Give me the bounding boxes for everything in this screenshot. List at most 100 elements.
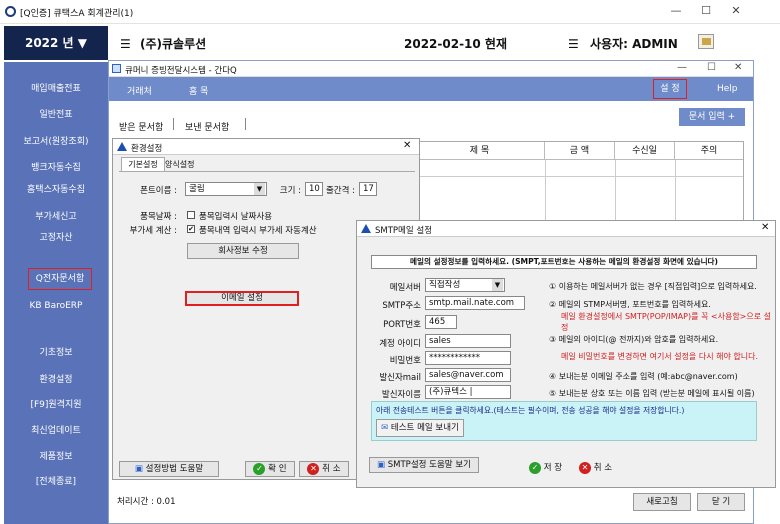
sidebar-item-bank-collect[interactable]: 뱅크자동수집 bbox=[4, 160, 108, 173]
settings-dialog-titlebar: 환경설정 ✕ bbox=[113, 139, 419, 155]
spacing-input[interactable]: 17 bbox=[359, 182, 377, 196]
check-icon: ✓ bbox=[529, 461, 541, 474]
password-note: 메일 비밀번호를 변경하면 여기서 설정을 다시 해야 합니다. bbox=[561, 352, 758, 361]
mail-server-value: 직접작성 bbox=[429, 280, 461, 290]
tab-line bbox=[119, 171, 415, 172]
sidebar-item-vat-report[interactable]: 부가세신고 bbox=[4, 209, 108, 222]
smtp-close-button[interactable]: ✕ bbox=[761, 222, 769, 233]
smtp-address-note: ② 메일의 STMP서버명, 포트번호를 입력하세요. bbox=[549, 300, 711, 309]
doc-system-titlebar: 큐머니 증빙전달시스템 - 간다Q — ☐ ✕ bbox=[109, 61, 753, 77]
doc-system-menu: 거래처 홈 목 설 정 Help bbox=[109, 77, 753, 101]
menu-partners[interactable]: 거래처 bbox=[127, 84, 152, 97]
account-id-note: ③ 메일의 아이디(@ 전까지)와 암호를 입력하세요. bbox=[549, 335, 719, 344]
sidebar-item-sales-purchase[interactable]: 매입매출전표 bbox=[4, 81, 108, 94]
list-icon: ☰ bbox=[120, 37, 131, 51]
child-minimize-button[interactable]: — bbox=[677, 62, 687, 73]
sidebar-item-settings[interactable]: 환경설정 bbox=[4, 372, 108, 385]
profile-icon[interactable] bbox=[698, 34, 714, 49]
spacing-label: 줄간격 : bbox=[325, 186, 355, 196]
port-input[interactable]: 465 bbox=[425, 315, 457, 329]
mail-server-select[interactable]: 직접작성 ▼ bbox=[425, 278, 505, 292]
child-close-button[interactable]: ✕ bbox=[734, 62, 742, 73]
grid-line bbox=[415, 176, 743, 177]
triangle-icon bbox=[117, 142, 127, 151]
vat-checkbox[interactable]: ✔ bbox=[187, 225, 195, 233]
menu-settings[interactable]: 설 정 bbox=[653, 79, 687, 99]
window-icon bbox=[112, 64, 121, 73]
font-select[interactable]: 굴림 ▼ bbox=[185, 182, 267, 196]
doc-system-title: 큐머니 증빙전달시스템 - 간다Q bbox=[125, 66, 237, 76]
settings-cancel-label: 취 소 bbox=[322, 464, 341, 474]
cancel-x-icon: ✕ bbox=[307, 462, 320, 475]
year-selector[interactable]: 2022 년 ▼ bbox=[4, 26, 108, 60]
email-settings-button[interactable]: 이메일 설정 bbox=[185, 291, 299, 306]
smtp-cancel-button[interactable]: ✕ 취 소 bbox=[579, 461, 612, 474]
sidebar-item-hometax-collect[interactable]: 홈택스자동수집 bbox=[4, 182, 108, 195]
smtp-dialog: SMTP메일 설정 ✕ 메일의 설정정보를 입력하세요. (SMPT,포트번호는… bbox=[356, 220, 776, 488]
send-test-mail-button[interactable]: ✉ 테스트 메일 보내기 bbox=[376, 419, 464, 437]
maximize-button[interactable]: ☐ bbox=[698, 4, 714, 18]
doc-input-button[interactable]: 문서 입력 + bbox=[679, 108, 745, 126]
settings-ok-button[interactable]: ✓ 확 인 bbox=[245, 461, 295, 477]
settings-cancel-button[interactable]: ✕ 취 소 bbox=[299, 461, 349, 477]
child-maximize-button[interactable]: ☐ bbox=[707, 62, 716, 73]
sidebar-item-update[interactable]: 최신업데이트 bbox=[4, 423, 108, 436]
password-label: 비밀번호 bbox=[389, 356, 421, 366]
smtp-address-input[interactable]: smtp.mail.nate.com bbox=[425, 296, 525, 310]
sidebar-item-basic-info[interactable]: 기초정보 bbox=[4, 345, 108, 358]
account-id-input[interactable]: sales bbox=[425, 334, 511, 348]
menu-items[interactable]: 홈 목 bbox=[189, 84, 208, 97]
font-label: 폰트이름 : bbox=[140, 186, 177, 196]
tab-divider bbox=[245, 118, 246, 130]
smtp-save-button[interactable]: ✓ 저 장 bbox=[529, 461, 562, 474]
test-panel: 아래 전송테스트 버튼을 클릭하세요.(테스트는 필수이며, 전송 성공을 해야… bbox=[371, 401, 757, 441]
smtp-save-label: 저 장 bbox=[543, 463, 563, 473]
size-input[interactable]: 10 bbox=[305, 182, 323, 196]
send-test-mail-label: 테스트 메일 보내기 bbox=[390, 423, 459, 433]
sidebar-item-exit-all[interactable]: [전체종료] bbox=[4, 474, 108, 487]
sidebar: 매입매출전표 일반전표 보고서(원장조회) 뱅크자동수집 홈택스자동수집 부가세… bbox=[4, 62, 108, 524]
close-button[interactable]: ✕ bbox=[728, 4, 744, 18]
sidebar-item-q-documents[interactable]: Q전자문서함 bbox=[28, 268, 92, 290]
sidebar-item-product-info[interactable]: 제품정보 bbox=[4, 449, 108, 462]
column-header-received[interactable]: 수신일 bbox=[615, 142, 675, 160]
window-title: [Q인증] 큐택스A 회계관리(1) bbox=[20, 9, 134, 19]
monitor-icon: ▣ bbox=[134, 464, 146, 474]
current-date: 2022-02-10 현재 bbox=[404, 37, 508, 51]
column-header-amount[interactable]: 금 액 bbox=[545, 142, 615, 160]
column-header-title[interactable]: 제 목 bbox=[415, 142, 545, 160]
sidebar-item-remote-support[interactable]: [F9]원격지원 bbox=[4, 397, 108, 410]
refresh-button[interactable]: 새로고침 bbox=[633, 493, 691, 511]
sidebar-item-general-voucher[interactable]: 일반전표 bbox=[4, 107, 108, 120]
smtp-help-button[interactable]: ▣ SMTP설정 도움말 보기 bbox=[369, 457, 479, 473]
triangle-icon bbox=[361, 224, 371, 233]
settings-dialog-title: 환경설정 bbox=[131, 144, 163, 154]
sidebar-item-kb-baroerp[interactable]: KB BaroERP bbox=[4, 301, 108, 311]
tab-sent[interactable]: 보낸 문서함 bbox=[185, 120, 229, 133]
tab-basic[interactable]: 기본설정 bbox=[121, 157, 165, 171]
column-header-note[interactable]: 주의 bbox=[675, 142, 743, 160]
check-icon: ✓ bbox=[253, 462, 266, 475]
tab-form[interactable]: 양식설정 bbox=[165, 159, 194, 170]
port-note: 메일 환경설정에서 SMTP(POP/IMAP)를 꼭 <사용함>으로 설정 bbox=[561, 312, 772, 332]
app-logo-icon bbox=[5, 6, 16, 17]
password-input[interactable]: ************ bbox=[425, 351, 511, 365]
account-id-label: 계정 아이디 bbox=[379, 339, 421, 349]
size-label: 크기 : bbox=[279, 186, 301, 196]
close-window-button[interactable]: 닫 기 bbox=[697, 493, 745, 511]
sender-name-input[interactable]: (주)큐텍스 | bbox=[425, 385, 511, 399]
settings-help-button[interactable]: ▣ 설정방법 도움말 bbox=[119, 461, 219, 477]
company-info-button[interactable]: 회사정보 수정 bbox=[187, 243, 299, 259]
sender-mail-input[interactable]: sales@naver.com bbox=[425, 368, 511, 382]
sender-mail-label: 발신자mail bbox=[379, 373, 421, 383]
tab-received[interactable]: 받은 문서함 bbox=[119, 120, 163, 133]
settings-close-button[interactable]: ✕ bbox=[403, 140, 411, 151]
minimize-button[interactable]: — bbox=[668, 4, 684, 18]
sidebar-item-reports[interactable]: 보고서(원장조회) bbox=[4, 134, 108, 147]
company-name: (주)큐솔루션 bbox=[140, 37, 207, 51]
item-date-checkbox[interactable] bbox=[187, 211, 195, 219]
menu-help[interactable]: Help bbox=[717, 84, 738, 94]
sidebar-item-fixed-assets[interactable]: 고정자산 bbox=[4, 230, 108, 243]
user-label: 사용자: ADMIN bbox=[590, 37, 678, 51]
test-note: 아래 전송테스트 버튼을 클릭하세요.(테스트는 필수이며, 전송 성공을 해야… bbox=[376, 406, 685, 415]
